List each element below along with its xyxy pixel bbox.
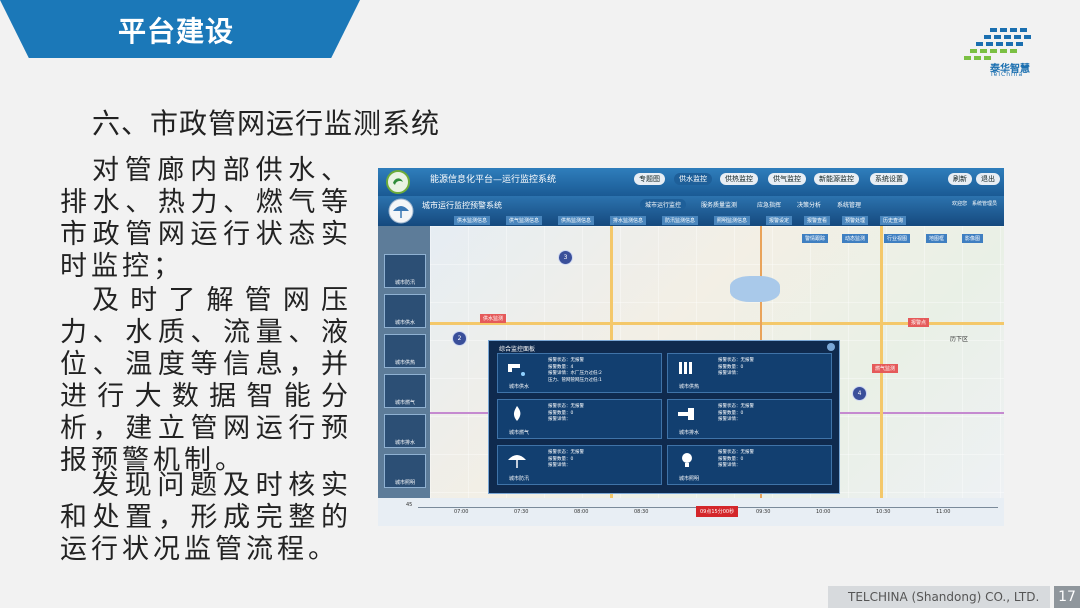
cell-line: 报警状态：无报警 xyxy=(548,404,584,409)
popup-cell-heating[interactable]: 城市供热 报警状态：无报警 报警数量：0 报警详情： xyxy=(667,353,832,393)
popup-cell-gas[interactable]: 城市燃气 报警状态：无报警 报警数量：0 报警详情： xyxy=(497,399,662,439)
platform-logo-icon xyxy=(386,170,410,194)
sub-tab-8[interactable]: 预警处理 xyxy=(842,216,869,225)
sub-tab-4[interactable]: 防汛监测信息 xyxy=(662,216,699,225)
timeline-value: 45 xyxy=(406,502,413,508)
popup-cell-lighting[interactable]: 城市照明 报警状态：无报警 报警数量：0 报警详情： xyxy=(667,445,832,485)
cell-line: 报警状态：无报警 xyxy=(718,358,754,363)
top-header-bar: 能源信息化平台—运行监控系统 专题图 供水监控 供热监控 供气监控 新能源监控 … xyxy=(378,168,1004,196)
popup-cell-water[interactable]: 城市供水 报警状态：无报警 报警数量：4 报警详情：水厂压力过低:2 压力、管网… xyxy=(497,353,662,393)
toolbar-button[interactable]: 地图框 xyxy=(926,234,948,243)
paragraph-1: 对管廊内部供水、排水、热力、燃气等市政管网运行状态实时监控； xyxy=(60,155,352,282)
platform-title: 能源信息化平台—运行监控系统 xyxy=(430,175,557,185)
current-time-badge[interactable]: 09点15分00秒 xyxy=(696,506,739,517)
cell-line: 报警状态：无报警 xyxy=(718,404,754,409)
top-nav-2[interactable]: 供热监控 xyxy=(720,173,758,185)
sidebar-item-heating[interactable]: 城市供热 xyxy=(384,334,426,368)
timeline-tick: 07:30 xyxy=(514,509,529,515)
flame-icon xyxy=(513,406,521,421)
map-road xyxy=(880,226,883,498)
cell-line: 报警详情： xyxy=(718,371,741,376)
sub-nav-4[interactable]: 系统管理 xyxy=(832,199,866,210)
radiator-icon xyxy=(679,362,692,374)
section-heading: 六、市政管网运行监测系统 xyxy=(92,107,441,140)
popup-title: 综合监控面板 xyxy=(499,346,536,353)
umbrella-logo-icon xyxy=(388,198,414,224)
sidebar-item-drainage[interactable]: 城市排水 xyxy=(384,414,426,448)
logo-subtitle: TelChina xyxy=(990,71,1024,78)
cluster-marker[interactable]: 3 xyxy=(558,250,573,265)
toolbar-button[interactable]: 影像图 xyxy=(962,234,984,243)
cluster-marker[interactable]: 2 xyxy=(452,331,467,346)
toolbar-button[interactable]: 动态监测 xyxy=(842,234,869,243)
top-nav-0[interactable]: 专题图 xyxy=(634,173,665,185)
timeline-tick: 08:00 xyxy=(574,509,589,515)
cell-line: 报警详情： xyxy=(548,463,571,468)
sub-nav-0[interactable]: 城市运行监控 xyxy=(640,199,687,210)
cell-line: 报警状态：无报警 xyxy=(548,450,584,455)
district-label: 历下区 xyxy=(950,336,969,343)
top-nav-4[interactable]: 新能源监控 xyxy=(814,173,859,185)
timeline-tick: 11:00 xyxy=(936,509,951,515)
top-nav-3[interactable]: 供气监控 xyxy=(768,173,806,185)
page-number: 17 xyxy=(1054,586,1080,608)
map-lake xyxy=(730,276,780,302)
sub-tab-5[interactable]: 照明监测信息 xyxy=(714,216,751,225)
popup-cell-drainage[interactable]: 城市排水 报警状态：无报警 报警数量：0 报警详情： xyxy=(667,399,832,439)
umbrella-icon xyxy=(508,455,526,468)
user-name: 系统管理员 xyxy=(972,201,998,207)
cell-line: 报警详情：水厂压力过低:2 xyxy=(548,371,602,376)
timeline-tick: 08:30 xyxy=(634,509,649,515)
alert-label[interactable]: 报警点 xyxy=(908,318,930,327)
sidebar-item-lighting[interactable]: 城市照明 xyxy=(384,454,426,488)
paragraph-2: 及时了解管网压力、水质、流量、液位、温度等信息，并进行大数据智能分析，建立管网运… xyxy=(60,285,352,476)
cluster-marker[interactable]: 4 xyxy=(852,386,867,401)
timeline-tick: 07:00 xyxy=(454,509,469,515)
sub-tab-7[interactable]: 报警查看 xyxy=(804,216,831,225)
sub-tab-1[interactable]: 供气监测信息 xyxy=(506,216,543,225)
time-slider[interactable]: 45 07:00 07:30 08:00 08:30 09:30 10:00 1… xyxy=(378,498,1004,526)
paragraph-3: 发现问题及时核实和处置，形成完整的运行状况监管流程。 xyxy=(60,470,352,565)
cell-line: 报警状态：无报警 xyxy=(718,450,754,455)
monitoring-popup: 综合监控面板 城市供水 报警状态：无报警 报警数量：4 报警详情：水厂压力过低:… xyxy=(488,340,840,494)
system-screenshot: 能源信息化平台—运行监控系统 专题图 供水监控 供热监控 供气监控 新能源监控 … xyxy=(378,168,1004,526)
sidebar-item-flood[interactable]: 城市防汛 xyxy=(384,254,426,288)
close-icon[interactable] xyxy=(827,343,835,351)
footer-company: TELCHINA (Shandong) CO., LTD. xyxy=(848,590,1040,604)
sub-tab-6[interactable]: 报警设定 xyxy=(766,216,793,225)
sub-tab-0[interactable]: 供水监测信息 xyxy=(454,216,491,225)
sub-nav-3[interactable]: 决策分析 xyxy=(792,199,826,210)
refresh-button[interactable]: 刷新 xyxy=(948,173,972,185)
cell-line: 压力、管网管网压力过低:1 xyxy=(548,377,602,383)
timeline-tick: 09:30 xyxy=(756,509,771,515)
popup-cell-flood[interactable]: 城市防汛 报警状态：无报警 报警数量：0 报警详情： xyxy=(497,445,662,485)
toolbar-button[interactable]: 警情跟踪 xyxy=(802,234,829,243)
sub-tab-3[interactable]: 排水监测信息 xyxy=(610,216,647,225)
cell-line: 报警详情： xyxy=(718,417,741,422)
sidebar-item-gas[interactable]: 城市燃气 xyxy=(384,374,426,408)
alert-label[interactable]: 燃气监测 xyxy=(872,364,899,373)
welcome-text: 欢迎您 xyxy=(952,201,968,207)
faucet-icon xyxy=(508,364,525,376)
alert-label[interactable]: 供水监测 xyxy=(480,314,507,323)
bulb-icon xyxy=(682,453,692,467)
sub-tab-2[interactable]: 供热监测信息 xyxy=(558,216,595,225)
cell-line: 报警详情： xyxy=(718,463,741,468)
timeline-tick: 10:00 xyxy=(816,509,831,515)
exit-button[interactable]: 退出 xyxy=(976,173,1000,185)
sub-tab-9[interactable]: 历史查询 xyxy=(880,216,907,225)
sub-nav-2[interactable]: 应急指挥 xyxy=(752,199,786,210)
timeline-tick: 10:30 xyxy=(876,509,891,515)
module-sidebar: 城市防汛 城市供水 城市供热 城市燃气 城市排水 城市照明 xyxy=(378,226,430,526)
top-nav-5[interactable]: 系统设置 xyxy=(870,173,908,185)
banner-title: 平台建设 xyxy=(118,15,235,48)
sidebar-item-water[interactable]: 城市供水 xyxy=(384,294,426,328)
pipe-icon xyxy=(678,408,694,420)
top-nav-1[interactable]: 供水监控 xyxy=(674,173,712,185)
sub-system-title: 城市运行监控预警系统 xyxy=(422,201,502,210)
sub-nav-1[interactable]: 服务质量监测 xyxy=(696,199,742,210)
cell-line: 报警详情： xyxy=(548,417,571,422)
toolbar-button[interactable]: 行业视图 xyxy=(884,234,911,243)
